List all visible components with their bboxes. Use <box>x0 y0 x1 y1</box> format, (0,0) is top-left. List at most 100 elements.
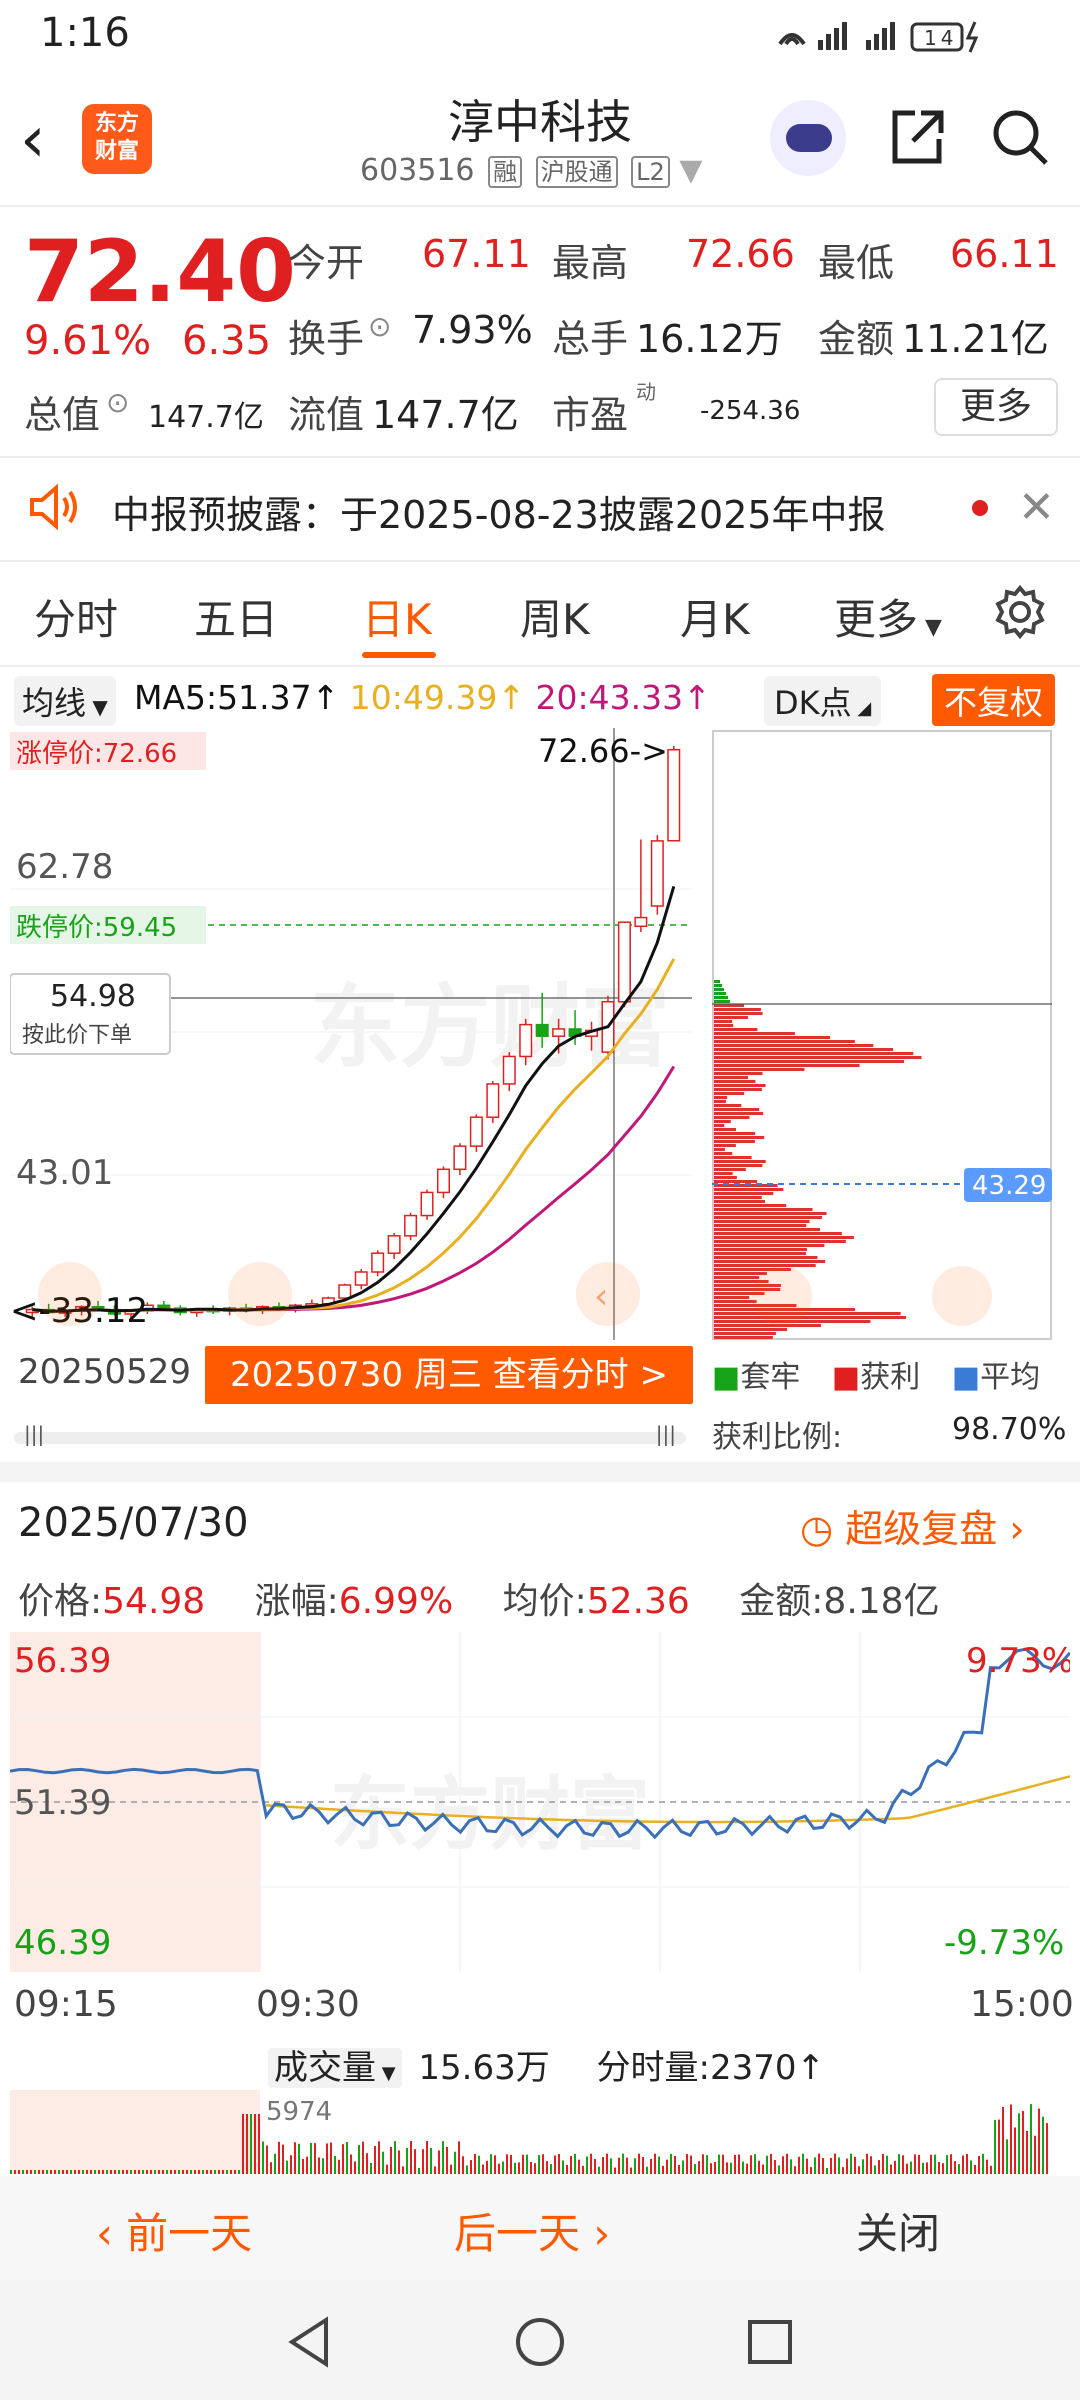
scroll-left-icon[interactable] <box>38 1262 102 1326</box>
info-icon[interactable]: ⊙ <box>368 310 391 343</box>
tab-intraday[interactable]: 分时 <box>34 586 118 647</box>
close-icon[interactable]: ✕ <box>1018 482 1055 533</box>
volume-bar <box>1014 2127 1016 2174</box>
previous-day-button[interactable]: ‹ 前一天 <box>96 2200 252 2261</box>
tab-more[interactable]: 更多 ▼ <box>834 586 942 647</box>
turnover-value: 7.93% <box>412 308 533 352</box>
chip-distribution-chart[interactable]: 43.29 <box>712 730 1052 1340</box>
indicator-select[interactable]: 均线 ▼ <box>14 676 116 726</box>
chip-bar <box>714 1020 733 1023</box>
stock-name: 淳中科技 <box>448 95 632 149</box>
chip-bar <box>714 1212 827 1215</box>
tab-weekly-k[interactable]: 周K <box>520 586 590 647</box>
legend-average: 平均 <box>980 1360 1041 1395</box>
more-button[interactable]: 更多 <box>934 378 1058 436</box>
volume-bar <box>590 2153 592 2174</box>
amount-value: 11.21亿 <box>902 317 1049 361</box>
volume-bar <box>302 2159 304 2174</box>
view-intraday-button[interactable]: 20250730 周三 查看分时 > <box>205 1346 693 1404</box>
volume-bar <box>774 2160 776 2174</box>
volume-bar <box>642 2157 644 2174</box>
volume-bar <box>466 2165 468 2174</box>
y-pct-label: -9.73% <box>944 1923 1064 1963</box>
nav-recents-icon[interactable] <box>740 2312 800 2372</box>
nav-back-icon[interactable] <box>280 2312 340 2372</box>
volume-bar <box>274 2153 276 2174</box>
gear-icon[interactable] <box>992 584 1048 640</box>
back-button[interactable]: ‹ <box>20 100 80 180</box>
volume-bar <box>62 2170 64 2174</box>
volume-row: 成交量 ▼ 15.63万 分时量:2370↑ <box>268 2040 825 2089</box>
volume-bar <box>962 2155 964 2174</box>
chart-scrollbar[interactable]: ||| ||| <box>14 1422 686 1446</box>
volume-bar <box>502 2161 504 2174</box>
volume-bar <box>842 2167 844 2174</box>
intraday-chart[interactable]: 东方财富 56.39 51.39 46.39 9.73% -9.73% <box>10 1632 1070 1972</box>
chip-nav-icon[interactable] <box>752 1266 812 1326</box>
super-replay-button[interactable]: ◷ 超级复盘 › <box>800 1498 1025 1553</box>
volume-bar <box>778 2165 780 2174</box>
volume-bar <box>390 2146 392 2174</box>
kline-chart[interactable]: 东方财富 涨停价:72.66 72.66-> 62.78 跌停价:59.45 4… <box>10 728 692 1340</box>
tab-daily-k[interactable]: 日K <box>362 586 432 647</box>
volume-bar <box>514 2162 516 2174</box>
info-icon[interactable]: ⊙ <box>106 386 129 419</box>
volume-bar <box>622 2153 624 2174</box>
volume-bar <box>314 2143 316 2174</box>
svg-text:14: 14 <box>924 26 957 50</box>
tag-l2: L2 <box>631 156 670 188</box>
volume-bar <box>702 2154 704 2174</box>
volume-bar <box>474 2153 476 2174</box>
volume-bar <box>822 2157 824 2174</box>
volume-bar <box>250 2114 252 2174</box>
scroll-minus-icon[interactable] <box>228 1262 292 1326</box>
pe-label: 市盈 <box>552 393 629 437</box>
volume-bar <box>810 2167 812 2174</box>
volume-bar <box>294 2142 296 2174</box>
volume-bar <box>90 2170 92 2174</box>
close-button[interactable]: 关闭 <box>856 2200 940 2261</box>
volume-bar <box>1006 2139 1008 2174</box>
chip-legend: ■套牢 ■获利 ■平均 <box>712 1360 1041 1395</box>
y-tick-label: 56.39 <box>14 1641 111 1681</box>
scroll-handle-left[interactable]: ||| <box>24 1422 44 1446</box>
volume-bar <box>974 2164 976 2174</box>
volume-bar <box>406 2148 408 2174</box>
signal-icon: 14 <box>778 21 979 53</box>
volume-bar <box>926 2162 928 2174</box>
volume-bar <box>310 2142 312 2174</box>
stock-code: 603516 <box>360 153 475 188</box>
candle-body <box>502 1055 516 1085</box>
volume-bar <box>434 2166 436 2174</box>
chip-bar <box>714 1244 825 1247</box>
open-label: 今开 <box>288 241 365 285</box>
search-icon[interactable] <box>988 105 1052 169</box>
volume-bar <box>694 2164 696 2174</box>
volume-bar <box>98 2170 100 2174</box>
next-day-button[interactable]: 后一天 › <box>454 2200 610 2261</box>
chevron-down-icon[interactable]: ▼ <box>679 153 702 188</box>
scroll-handle-right[interactable]: ||| <box>656 1422 676 1446</box>
volume-bar <box>734 2154 736 2174</box>
speaker-icon <box>30 483 77 531</box>
nav-home-icon[interactable] <box>510 2312 570 2372</box>
adjust-mode-button[interactable]: 不复权 <box>932 674 1055 726</box>
volume-bar <box>118 2170 120 2174</box>
legend-trapped: 套牢 <box>740 1360 801 1395</box>
profit-ratio-label: 获利比例: <box>712 1420 843 1455</box>
tab-monthly-k[interactable]: 月K <box>680 586 750 647</box>
notice-text[interactable]: 中报预披露：于2025-08-23披露2025年中报 <box>112 484 886 539</box>
volume-bar <box>190 2170 192 2174</box>
volume-select[interactable]: 成交量 ▼ <box>268 2048 402 2088</box>
volume-bar <box>346 2142 348 2174</box>
volume-bar <box>438 2150 440 2174</box>
dk-point-toggle[interactable]: DK点 ◢ <box>764 676 882 726</box>
share-icon[interactable] <box>885 105 949 169</box>
volume-bar <box>898 2154 900 2174</box>
chip-bar <box>714 1300 757 1303</box>
chip-bar <box>714 1276 760 1279</box>
y-tick-label: 51.39 <box>14 1783 111 1823</box>
expand-icon[interactable] <box>932 1266 992 1326</box>
chip-bar <box>714 1156 752 1159</box>
tab-five-day[interactable]: 五日 <box>194 586 278 647</box>
